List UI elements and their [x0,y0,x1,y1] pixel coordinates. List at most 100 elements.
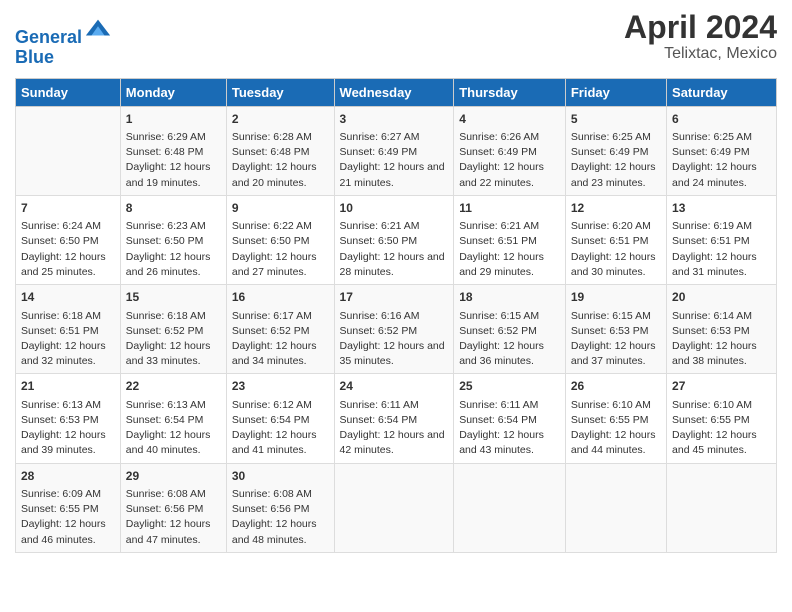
day-number: 11 [459,200,560,217]
day-number: 27 [672,378,771,395]
day-info: Sunrise: 6:10 AMSunset: 6:55 PMDaylight:… [672,398,771,459]
day-info: Sunrise: 6:11 AMSunset: 6:54 PMDaylight:… [340,398,449,459]
day-number: 22 [126,378,221,395]
day-info: Sunrise: 6:14 AMSunset: 6:53 PMDaylight:… [672,309,771,370]
title-block: April 2024 Telixtac, Mexico [624,10,777,63]
page-subtitle: Telixtac, Mexico [624,45,777,63]
day-cell: 16Sunrise: 6:17 AMSunset: 6:52 PMDayligh… [226,285,334,374]
day-cell: 26Sunrise: 6:10 AMSunset: 6:55 PMDayligh… [565,374,666,463]
header-row: SundayMondayTuesdayWednesdayThursdayFrid… [16,78,777,106]
day-info: Sunrise: 6:21 AMSunset: 6:51 PMDaylight:… [459,219,560,280]
page-title: April 2024 [624,10,777,45]
day-cell: 9 Sunrise: 6:22 AMSunset: 6:50 PMDaylight… [226,195,334,284]
day-cell: 11 Sunrise: 6:21 AMSunset: 6:51 PMDayligh… [454,195,566,284]
day-number: 8 [126,200,221,217]
day-cell: 24 Sunrise: 6:11 AMSunset: 6:54 PMDayligh… [334,374,454,463]
day-number: 19 [571,289,661,306]
day-cell: 4 Sunrise: 6:26 AMSunset: 6:49 PMDaylight… [454,106,566,195]
day-number: 28 [21,468,115,485]
day-info: Sunrise: 6:23 AMSunset: 6:50 PMDaylight:… [126,219,221,280]
day-cell: 29 Sunrise: 6:08 AMSunset: 6:56 PMDayligh… [120,463,226,552]
day-number: 18 [459,289,560,306]
day-cell: 17 Sunrise: 6:16 AMSunset: 6:52 PMDayligh… [334,285,454,374]
day-number: 25 [459,378,560,395]
day-cell: 21 Sunrise: 6:13 AMSunset: 6:53 PMDayligh… [16,374,121,463]
day-info: Sunrise: 6:11 AMSunset: 6:54 PMDaylight:… [459,398,560,459]
day-info: Sunrise: 6:09 AMSunset: 6:55 PMDaylight:… [21,487,115,548]
day-info: Sunrise: 6:12 AMSunset: 6:54 PMDaylight:… [232,398,329,459]
day-info: Sunrise: 6:15 AMSunset: 6:53 PMDaylight:… [571,309,661,370]
day-cell: 19 Sunrise: 6:15 AMSunset: 6:53 PMDayligh… [565,285,666,374]
day-info: Sunrise: 6:16 AMSunset: 6:52 PMDaylight:… [340,309,449,370]
day-number: 24 [340,378,449,395]
day-info: Sunrise: 6:13 AMSunset: 6:53 PMDaylight:… [21,398,115,459]
day-number: 30 [232,468,329,485]
week-row-1: 7Sunrise: 6:24 AMSunset: 6:50 PMDaylight… [16,195,777,284]
day-cell: 7Sunrise: 6:24 AMSunset: 6:50 PMDaylight… [16,195,121,284]
day-info: Sunrise: 6:18 AMSunset: 6:51 PMDaylight:… [21,309,115,370]
day-number: 15 [126,289,221,306]
day-cell: 8 Sunrise: 6:23 AMSunset: 6:50 PMDaylight… [120,195,226,284]
day-cell: 28 Sunrise: 6:09 AMSunset: 6:55 PMDayligh… [16,463,121,552]
day-info: Sunrise: 6:13 AMSunset: 6:54 PMDaylight:… [126,398,221,459]
logo-icon [84,15,112,43]
day-number: 5 [571,111,661,128]
day-info: Sunrise: 6:18 AMSunset: 6:52 PMDaylight:… [126,309,221,370]
day-cell [565,463,666,552]
col-header-sunday: Sunday [16,78,121,106]
day-cell: 18Sunrise: 6:15 AMSunset: 6:52 PMDayligh… [454,285,566,374]
day-cell: 3Sunrise: 6:27 AMSunset: 6:49 PMDaylight… [334,106,454,195]
day-number: 12 [571,200,661,217]
day-cell [334,463,454,552]
day-cell: 14 Sunrise: 6:18 AMSunset: 6:51 PMDayligh… [16,285,121,374]
page-header: General Blue April 2024 Telixtac, Mexico [15,10,777,68]
day-number: 6 [672,111,771,128]
day-cell: 27 Sunrise: 6:10 AMSunset: 6:55 PMDayligh… [667,374,777,463]
day-info: Sunrise: 6:22 AMSunset: 6:50 PMDaylight:… [232,219,329,280]
day-info: Sunrise: 6:28 AMSunset: 6:48 PMDaylight:… [232,130,329,191]
logo-text: General [15,15,112,48]
logo: General Blue [15,15,112,68]
day-info: Sunrise: 6:21 AMSunset: 6:50 PMDaylight:… [340,219,449,280]
week-row-2: 14 Sunrise: 6:18 AMSunset: 6:51 PMDayligh… [16,285,777,374]
day-number: 14 [21,289,115,306]
day-info: Sunrise: 6:19 AMSunset: 6:51 PMDaylight:… [672,219,771,280]
day-number: 29 [126,468,221,485]
day-number: 2 [232,111,329,128]
logo-line1: General [15,27,82,47]
col-header-friday: Friday [565,78,666,106]
day-number: 9 [232,200,329,217]
col-header-tuesday: Tuesday [226,78,334,106]
day-cell: 12 Sunrise: 6:20 AMSunset: 6:51 PMDayligh… [565,195,666,284]
day-cell: 6 Sunrise: 6:25 AMSunset: 6:49 PMDaylight… [667,106,777,195]
day-cell: 2 Sunrise: 6:28 AMSunset: 6:48 PMDaylight… [226,106,334,195]
day-cell: 1Sunrise: 6:29 AMSunset: 6:48 PMDaylight… [120,106,226,195]
day-number: 4 [459,111,560,128]
day-number: 20 [672,289,771,306]
day-number: 21 [21,378,115,395]
day-info: Sunrise: 6:27 AMSunset: 6:49 PMDaylight:… [340,130,449,191]
day-cell [16,106,121,195]
col-header-thursday: Thursday [454,78,566,106]
week-row-3: 21 Sunrise: 6:13 AMSunset: 6:53 PMDayligh… [16,374,777,463]
day-info: Sunrise: 6:08 AMSunset: 6:56 PMDaylight:… [126,487,221,548]
day-info: Sunrise: 6:25 AMSunset: 6:49 PMDaylight:… [571,130,661,191]
day-info: Sunrise: 6:20 AMSunset: 6:51 PMDaylight:… [571,219,661,280]
day-number: 26 [571,378,661,395]
day-info: Sunrise: 6:24 AMSunset: 6:50 PMDaylight:… [21,219,115,280]
day-info: Sunrise: 6:25 AMSunset: 6:49 PMDaylight:… [672,130,771,191]
day-cell: 5 Sunrise: 6:25 AMSunset: 6:49 PMDaylight… [565,106,666,195]
logo-line2-wrap: Blue [15,48,112,68]
day-info: Sunrise: 6:17 AMSunset: 6:52 PMDaylight:… [232,309,329,370]
week-row-4: 28 Sunrise: 6:09 AMSunset: 6:55 PMDayligh… [16,463,777,552]
day-cell: 15 Sunrise: 6:18 AMSunset: 6:52 PMDayligh… [120,285,226,374]
logo-line2: Blue [15,47,54,67]
day-info: Sunrise: 6:29 AMSunset: 6:48 PMDaylight:… [126,130,221,191]
day-number: 17 [340,289,449,306]
day-cell: 25 Sunrise: 6:11 AMSunset: 6:54 PMDayligh… [454,374,566,463]
day-cell: 30 Sunrise: 6:08 AMSunset: 6:56 PMDayligh… [226,463,334,552]
day-cell: 22 Sunrise: 6:13 AMSunset: 6:54 PMDayligh… [120,374,226,463]
day-info: Sunrise: 6:26 AMSunset: 6:49 PMDaylight:… [459,130,560,191]
day-cell: 20 Sunrise: 6:14 AMSunset: 6:53 PMDayligh… [667,285,777,374]
day-info: Sunrise: 6:08 AMSunset: 6:56 PMDaylight:… [232,487,329,548]
